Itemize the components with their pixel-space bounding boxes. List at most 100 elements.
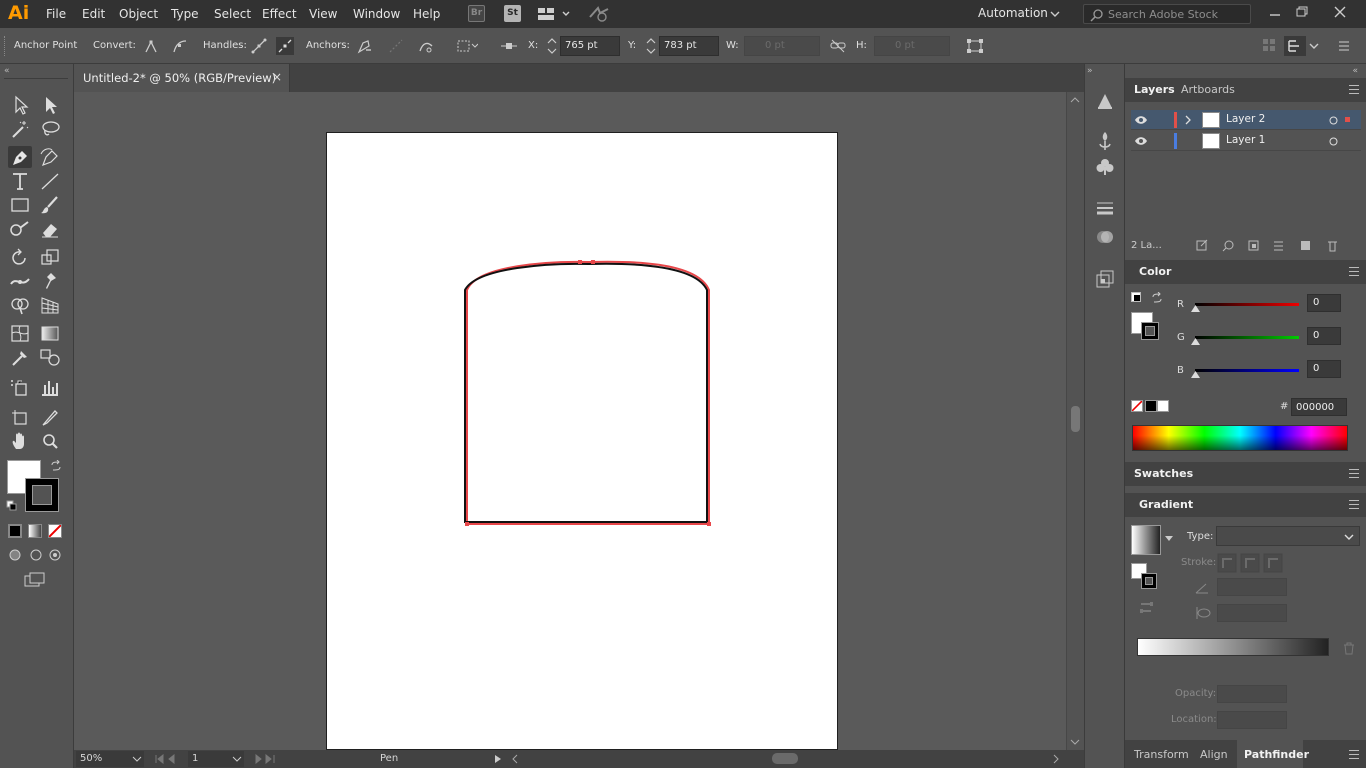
grid-icon[interactable] [1262,38,1278,54]
y-field[interactable]: 783 pt [659,36,719,56]
tab-align[interactable]: Align [1200,748,1228,761]
default-colors-icon[interactable] [1131,292,1141,302]
arrange-panels-icon[interactable] [1284,36,1306,56]
chevron-down-icon[interactable] [132,755,142,763]
location-field[interactable] [1217,711,1287,729]
transparency-panel-icon[interactable] [1096,228,1114,246]
tab-swatches[interactable]: Swatches [1134,467,1193,480]
tab-pathfinder[interactable]: Pathfinder [1244,748,1309,761]
x-stepper-icon[interactable] [547,37,557,55]
swap-colors-icon[interactable] [1151,292,1163,304]
close-window-icon[interactable] [1333,5,1347,19]
shape-builder-tool-icon[interactable] [8,294,32,316]
convert-smooth-icon[interactable] [172,38,188,54]
width-tool-icon[interactable] [8,270,32,292]
appearance-panel-icon[interactable] [1096,92,1114,110]
isolate-selection-icon[interactable] [456,38,478,54]
y-stepper-icon[interactable] [646,37,656,55]
scale-tool-icon[interactable] [38,246,62,268]
scroll-left-icon[interactable] [511,754,519,764]
first-artboard-icon[interactable] [154,754,184,764]
expand-chevron-icon[interactable] [1184,115,1192,125]
export-panel-icon[interactable] [1096,270,1114,288]
color-menu-icon[interactable] [1349,267,1359,276]
stroke-panel-icon[interactable] [1096,200,1114,216]
menu-file[interactable]: File [46,7,66,21]
scroll-down-icon[interactable] [1070,738,1080,746]
visibility-eye-icon[interactable] [1134,136,1148,146]
blend-tool-icon[interactable] [38,346,62,368]
g-value-field[interactable]: 0 [1307,327,1341,345]
chevron-down-icon[interactable] [1309,42,1319,50]
default-fill-stroke-icon[interactable] [6,500,18,512]
g-slider-thumb[interactable] [1191,338,1200,345]
gradient-stroke-swatch[interactable] [1141,573,1157,589]
layer-name[interactable]: Layer 2 [1226,113,1265,125]
menu-help[interactable]: Help [413,7,440,21]
r-slider[interactable] [1195,303,1299,306]
vertical-scrollbar[interactable] [1066,92,1084,750]
menu-window[interactable]: Window [353,7,400,21]
r-slider-thumb[interactable] [1191,305,1200,312]
eyedropper-tool-icon[interactable] [8,346,32,368]
chevron-down-icon[interactable] [1050,10,1060,18]
r-value-field[interactable]: 0 [1307,294,1341,312]
tab-layers[interactable]: Layers [1134,83,1175,96]
artboard[interactable] [326,132,838,750]
x-field[interactable]: 765 pt [560,36,620,56]
tab-color[interactable]: Color [1139,265,1171,278]
convert-corner-icon[interactable] [143,38,159,54]
zoom-tool-icon[interactable] [38,430,62,452]
menu-type[interactable]: Type [171,7,199,21]
chevron-down-icon[interactable] [1165,536,1173,542]
hand-tool-icon[interactable] [8,430,32,452]
transform-icon[interactable] [966,38,983,54]
none-color-swatch[interactable] [1131,400,1143,412]
white-color-swatch[interactable] [1157,400,1169,412]
drawn-path[interactable] [327,133,839,751]
restore-icon[interactable] [1295,5,1309,19]
curvature-tool-icon[interactable] [38,146,62,168]
lasso-tool-icon[interactable] [38,118,62,140]
hex-value-field[interactable]: 000000 [1291,398,1347,416]
stock-button[interactable]: St [504,5,521,22]
last-artboard-icon[interactable] [254,754,284,764]
menu-edit[interactable]: Edit [82,7,105,21]
black-color-swatch[interactable] [1145,400,1157,412]
artboard-tool-icon[interactable] [8,406,32,428]
gradient-thumbnail[interactable] [1131,525,1161,555]
bridge-button[interactable]: Br [468,5,485,22]
slice-tool-icon[interactable] [38,406,62,428]
gpu-performance-icon[interactable] [588,5,610,23]
draw-normal-icon[interactable] [8,548,68,562]
paintbrush-tool-icon[interactable] [38,194,62,216]
document-tab[interactable]: Untitled-2* @ 50% (RGB/Preview) × [74,64,290,92]
arrange-documents-icon[interactable] [537,6,571,22]
layers-footer-icons[interactable] [1195,239,1355,253]
gradient-type-select[interactable] [1216,526,1360,546]
selection-tool-icon[interactable] [8,94,32,116]
rotate-tool-icon[interactable] [8,246,32,268]
b-slider-thumb[interactable] [1191,371,1200,378]
chevron-down-icon[interactable] [232,755,242,763]
bottom-panel-menu-icon[interactable] [1349,750,1359,759]
symbol-sprayer-tool-icon[interactable] [8,376,32,398]
tab-gradient[interactable]: Gradient [1139,498,1193,511]
play-arrow-icon[interactable] [494,754,502,764]
gradient-slider[interactable] [1137,638,1329,656]
target-icon[interactable] [1329,137,1338,146]
w-field[interactable]: 0 pt [744,36,820,56]
cut-path-icon[interactable] [418,38,434,54]
b-slider[interactable] [1195,369,1299,372]
screen-mode-icon[interactable] [24,572,48,588]
column-graph-tool-icon[interactable] [38,376,62,398]
magic-wand-tool-icon[interactable] [8,118,32,140]
h-field[interactable]: 0 pt [874,36,950,56]
scroll-right-icon[interactable] [1052,754,1060,764]
vertical-scroll-thumb[interactable] [1071,406,1080,432]
perspective-grid-tool-icon[interactable] [38,294,62,316]
type-tool-icon[interactable] [8,170,32,192]
opacity-field[interactable] [1217,685,1287,703]
selection-indicator[interactable] [1345,117,1350,122]
minimize-icon[interactable] [1268,6,1282,20]
